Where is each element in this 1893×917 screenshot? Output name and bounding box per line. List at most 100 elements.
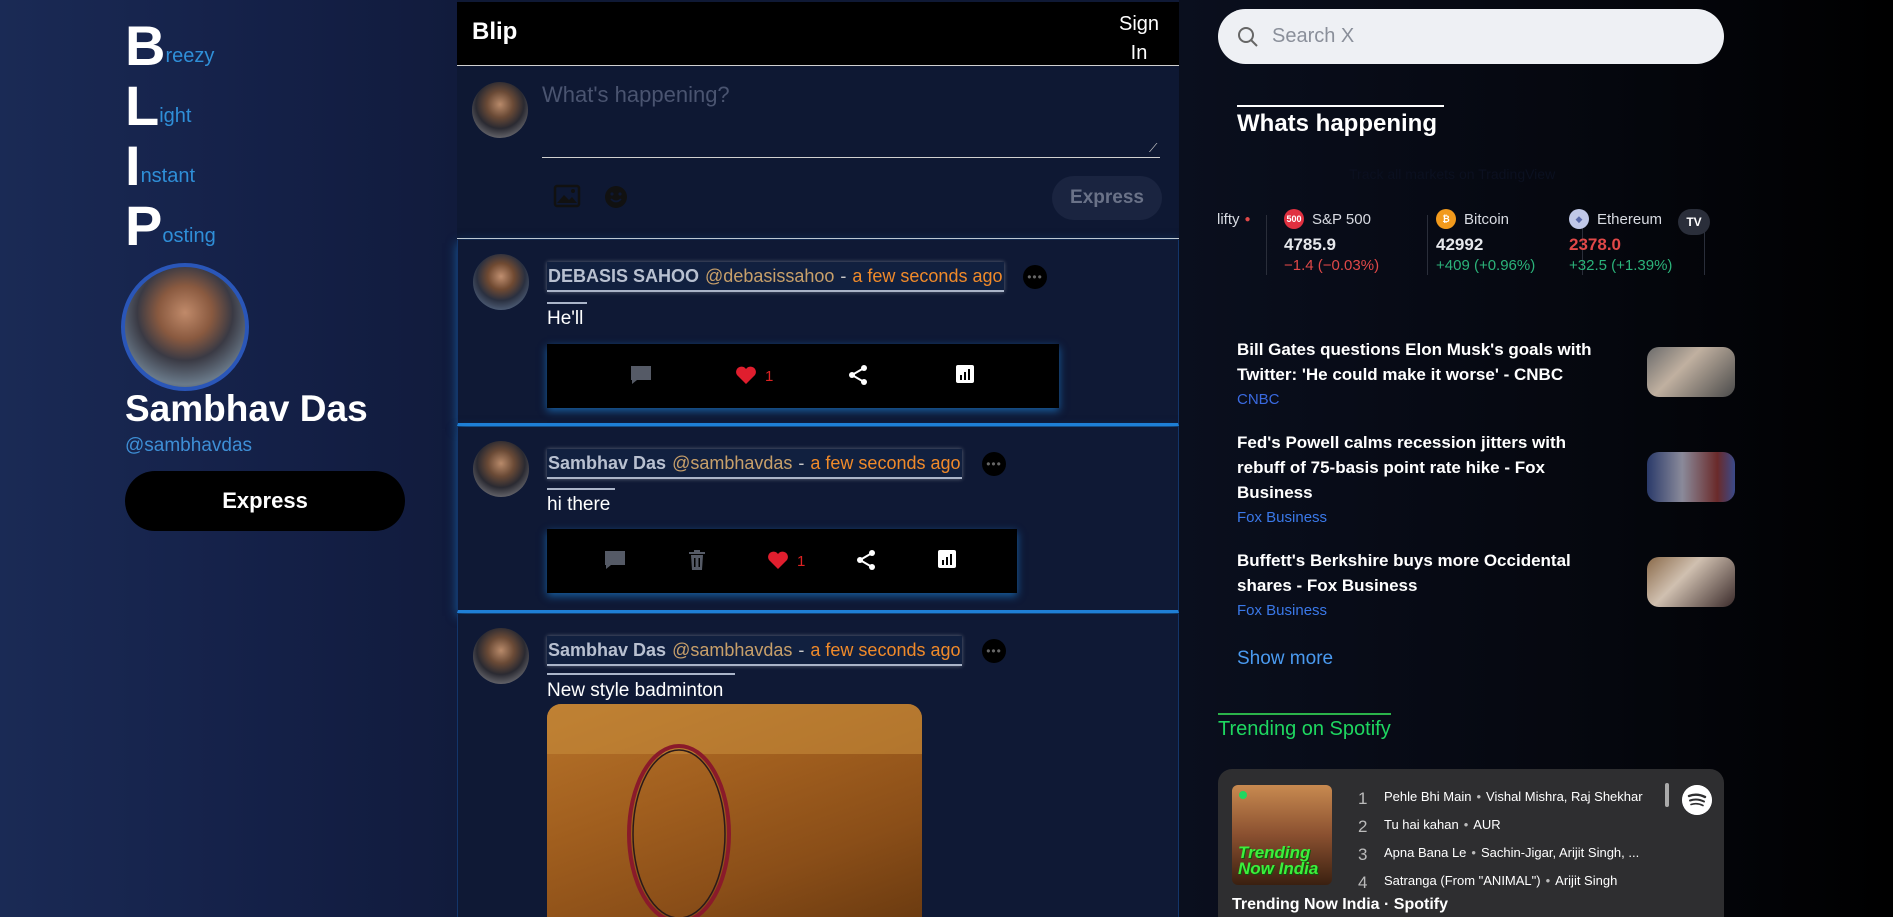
ticker-item[interactable]: lifty ● — [1217, 207, 1251, 279]
market-ticker[interactable]: lifty ● 500 S&P 500 4785.9 −1.4 (−0.03%)… — [1217, 207, 1723, 279]
tradingview-caption[interactable]: Track all markets on TradingView — [1349, 166, 1555, 182]
image-icon[interactable] — [553, 184, 581, 208]
post-author-name[interactable]: DEBASIS SAHOO — [548, 266, 699, 287]
more-options-icon[interactable]: ••• — [982, 452, 1006, 476]
news-item[interactable]: Bill Gates questions Elon Musk's goals w… — [1237, 337, 1735, 408]
post-author-name[interactable]: Sambhav Das — [548, 640, 666, 661]
ticker-name: S&P 500 — [1312, 210, 1371, 228]
post-timestamp: a few seconds ago — [852, 265, 1003, 286]
ticker-item[interactable]: ◆ Ethereum 2378.0 +32.5 (+1.39%) — [1569, 207, 1672, 279]
post-meta: Sambhav Das @sambhavdas - a few seconds … — [547, 449, 962, 479]
ticker-item[interactable]: ₿ Bitcoin 42992 +409 (+0.96%) — [1436, 207, 1535, 279]
feed-header: Blip Sign In — [457, 2, 1179, 66]
emoji-icon[interactable] — [603, 184, 629, 210]
live-dot-icon — [1239, 791, 1247, 799]
news-title[interactable]: Bill Gates questions Elon Musk's goals w… — [1237, 337, 1607, 387]
post-image[interactable] — [547, 704, 922, 917]
ticker-price: 2378.0 — [1569, 235, 1621, 254]
track-name: Tu hai kahan — [1384, 817, 1459, 832]
badminton-racket-image — [547, 704, 922, 917]
profile-avatar[interactable] — [121, 263, 249, 391]
post-author-handle[interactable]: @debasissahoo — [705, 266, 834, 287]
composer-input[interactable] — [542, 78, 1160, 158]
sp500-icon: 500 — [1284, 209, 1304, 229]
sidebar-express-button[interactable]: Express — [125, 471, 405, 531]
ticker-separator — [1427, 215, 1428, 275]
ticker-name-row: 500 S&P 500 — [1284, 207, 1379, 231]
news-source: Fox Business — [1237, 602, 1328, 619]
post-action-bar: 1 — [547, 344, 1059, 408]
profile-name: Sambhav Das — [125, 388, 368, 429]
share-icon[interactable] — [855, 549, 877, 571]
cover-text: Trending Now India — [1238, 843, 1319, 878]
track-artist: AUR — [1473, 817, 1501, 832]
news-item[interactable]: Fed's Powell calms recession jitters wit… — [1237, 430, 1735, 526]
like-button[interactable]: 1 — [735, 364, 773, 385]
post-author-name[interactable]: Sambhav Das — [548, 453, 666, 474]
comment-icon[interactable] — [603, 549, 627, 571]
track-name: Satranga (From "ANIMAL") — [1384, 873, 1541, 888]
like-button[interactable]: 1 — [767, 549, 805, 570]
blip-acronym: B reezy L ight I nstant P osting — [125, 14, 216, 254]
spotify-track[interactable]: 4 Satranga (From "ANIMAL") • Arijit Sing… — [1358, 873, 1617, 893]
news-title[interactable]: Buffett's Berkshire buys more Occidental… — [1237, 548, 1607, 598]
analytics-icon[interactable] — [937, 549, 957, 569]
playlist-cover[interactable]: Trending Now India — [1232, 785, 1332, 885]
ticker-name-row: lifty ● — [1217, 207, 1251, 231]
heart-icon — [768, 551, 788, 569]
spotify-embed[interactable]: Trending Now India 1 Pehle Bhi Main • Vi… — [1218, 769, 1724, 917]
resize-handle-icon[interactable]: ⟋ — [1149, 141, 1157, 156]
trash-icon[interactable] — [687, 549, 707, 571]
track-separator: • — [1471, 845, 1476, 860]
show-more-link[interactable]: Show more — [1237, 648, 1333, 670]
acronym-word: reezy — [165, 45, 215, 67]
whats-happening-title: Whats happening — [1237, 110, 1437, 137]
profile-handle: @sambhavdas — [125, 435, 253, 456]
post-avatar[interactable] — [473, 441, 529, 497]
sign-in-link[interactable]: Sign In — [1119, 10, 1159, 68]
more-options-icon[interactable]: ••• — [982, 639, 1006, 663]
share-icon[interactable] — [847, 364, 869, 386]
post-author-handle[interactable]: @sambhavdas — [672, 640, 792, 661]
composer-express-button[interactable]: Express — [1052, 176, 1162, 220]
news-thumbnail — [1647, 347, 1735, 397]
news-thumbnail — [1647, 452, 1735, 502]
track-name: Pehle Bhi Main — [1384, 789, 1472, 804]
ticker-item[interactable]: 500 S&P 500 4785.9 −1.4 (−0.03%) — [1284, 207, 1379, 279]
comment-icon[interactable] — [629, 364, 653, 386]
acronym-letter: I — [125, 134, 141, 197]
ticker-change: −1.4 (−0.03%) — [1284, 257, 1380, 274]
ticker-separator — [1266, 215, 1267, 275]
track-separator: • — [1545, 873, 1551, 888]
meta-separator: - — [798, 452, 805, 473]
acronym-letter: B — [125, 14, 166, 77]
news-title[interactable]: Fed's Powell calms recession jitters wit… — [1237, 430, 1607, 505]
post-item: Sambhav Das @sambhavdas - a few seconds … — [457, 427, 1179, 613]
spotify-logo-icon[interactable] — [1682, 785, 1712, 815]
more-options-icon[interactable]: ••• — [1023, 265, 1047, 289]
ticker-name: Bitcoin — [1464, 210, 1510, 228]
post-avatar[interactable] — [473, 254, 529, 310]
post-item: DEBASIS SAHOO @debasissahoo - a few seco… — [457, 240, 1179, 426]
tradingview-logo-icon[interactable]: TV — [1678, 209, 1710, 235]
spotify-track[interactable]: 1 Pehle Bhi Main • Vishal Mishra, Raj Sh… — [1358, 789, 1643, 809]
meta-separator: - — [798, 639, 805, 660]
composer: ⟋ Express — [457, 66, 1179, 239]
track-number: 4 — [1358, 873, 1368, 892]
spotify-track[interactable]: 3 Apna Bana Le • Sachin-Jigar, Arijit Si… — [1358, 845, 1639, 865]
meta-separator: - — [840, 265, 847, 286]
spotify-footer-title[interactable]: Trending Now India · Spotify — [1232, 896, 1448, 914]
section-divider — [1218, 713, 1391, 715]
search-input[interactable] — [1272, 9, 1702, 64]
news-item[interactable]: Buffett's Berkshire buys more Occidental… — [1237, 548, 1735, 619]
scrollbar[interactable] — [1665, 783, 1669, 807]
post-avatar[interactable] — [473, 628, 529, 684]
spotify-track[interactable]: 2 Tu hai kahan • AUR — [1358, 817, 1501, 837]
post-item: Sambhav Das @sambhavdas - a few seconds … — [457, 614, 1179, 917]
right-column: Whats happening Track all markets on Tra… — [1179, 0, 1893, 917]
brand-title[interactable]: Blip — [472, 18, 517, 46]
track-separator: • — [1476, 789, 1482, 804]
analytics-icon[interactable] — [955, 364, 975, 384]
search-bar[interactable] — [1218, 9, 1724, 64]
post-author-handle[interactable]: @sambhavdas — [672, 453, 792, 474]
